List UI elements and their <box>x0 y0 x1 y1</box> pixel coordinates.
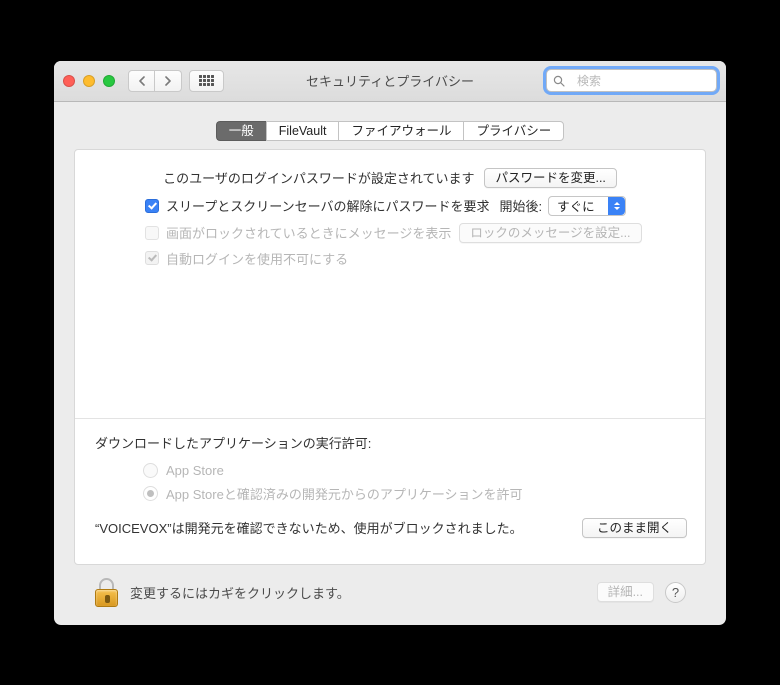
search-input[interactable] <box>575 73 726 89</box>
tab-bar: 一般 FileVault ファイアウォール プライバシー <box>74 121 706 141</box>
delay-label: 開始後: <box>499 196 542 215</box>
zoom-button[interactable] <box>103 75 115 87</box>
general-panel: このユーザのログインパスワードが設定されています パスワードを変更... スリー… <box>74 149 706 565</box>
traffic-lights <box>63 75 115 87</box>
back-button[interactable] <box>128 70 155 92</box>
lock-message-label: 画面がロックされているときにメッセージを表示 <box>166 223 451 242</box>
lock-body-icon <box>95 589 118 607</box>
disable-autologin-label: 自動ログインを使用不可にする <box>166 249 348 268</box>
search-field[interactable] <box>546 69 717 92</box>
search-icon <box>553 75 565 87</box>
divider <box>75 418 705 419</box>
set-lock-message-button[interactable]: ロックのメッセージを設定... <box>459 223 641 243</box>
radio-appstore-label: App Store <box>166 463 224 478</box>
tab-general[interactable]: 一般 <box>216 121 266 141</box>
radio-appstore-only[interactable] <box>143 463 158 478</box>
delay-value: すぐに <box>549 196 603 215</box>
change-password-button[interactable]: パスワードを変更... <box>484 168 616 188</box>
window-body: 一般 FileVault ファイアウォール プライバシー このユーザのログインパ… <box>54 102 726 625</box>
download-allow-title: ダウンロードしたアプリケーションの実行許可: <box>95 436 371 451</box>
grid-icon <box>199 75 214 86</box>
advanced-button[interactable]: 詳細... <box>597 582 654 602</box>
tab-filevault[interactable]: FileVault <box>266 121 339 141</box>
tab-firewall[interactable]: ファイアウォール <box>338 121 463 141</box>
lock-button[interactable] <box>94 578 119 607</box>
require-password-label: スリープとスクリーンセーバの解除にパスワードを要求 <box>166 196 489 215</box>
close-button[interactable] <box>63 75 75 87</box>
unlock-hint: 変更するにはカギをクリックします。 <box>130 583 350 602</box>
lock-message-checkbox[interactable] <box>145 226 159 240</box>
nav-buttons <box>128 70 182 92</box>
radio-identified-developers[interactable] <box>143 486 158 501</box>
titlebar: セキュリティとプライバシー <box>54 61 726 102</box>
require-password-checkbox[interactable] <box>145 199 159 213</box>
blocked-app-message: “VOICEVOX”は開発元を確認できないため、使用がブロックされました。 <box>95 518 523 537</box>
footer: 変更するにはカギをクリックします。 詳細... ? <box>74 565 706 625</box>
radio-identified-label: App Storeと確認済みの開発元からのアプリケーションを許可 <box>166 484 523 503</box>
disable-autologin-checkbox[interactable] <box>145 251 159 265</box>
chevron-left-icon <box>138 76 146 86</box>
select-stepper-icon <box>608 197 625 215</box>
tab-privacy[interactable]: プライバシー <box>463 121 564 141</box>
login-password-status: このユーザのログインパスワードが設定されています <box>163 168 474 187</box>
delay-select[interactable]: すぐに <box>548 196 626 216</box>
minimize-button[interactable] <box>83 75 95 87</box>
chevron-right-icon <box>164 76 172 86</box>
open-anyway-button[interactable]: このまま開く <box>582 518 687 538</box>
help-button[interactable]: ? <box>665 582 686 603</box>
preferences-window: セキュリティとプライバシー 一般 FileVault ファイアウォール プライバ… <box>54 61 726 625</box>
forward-button[interactable] <box>155 70 182 92</box>
show-all-button[interactable] <box>189 70 224 92</box>
